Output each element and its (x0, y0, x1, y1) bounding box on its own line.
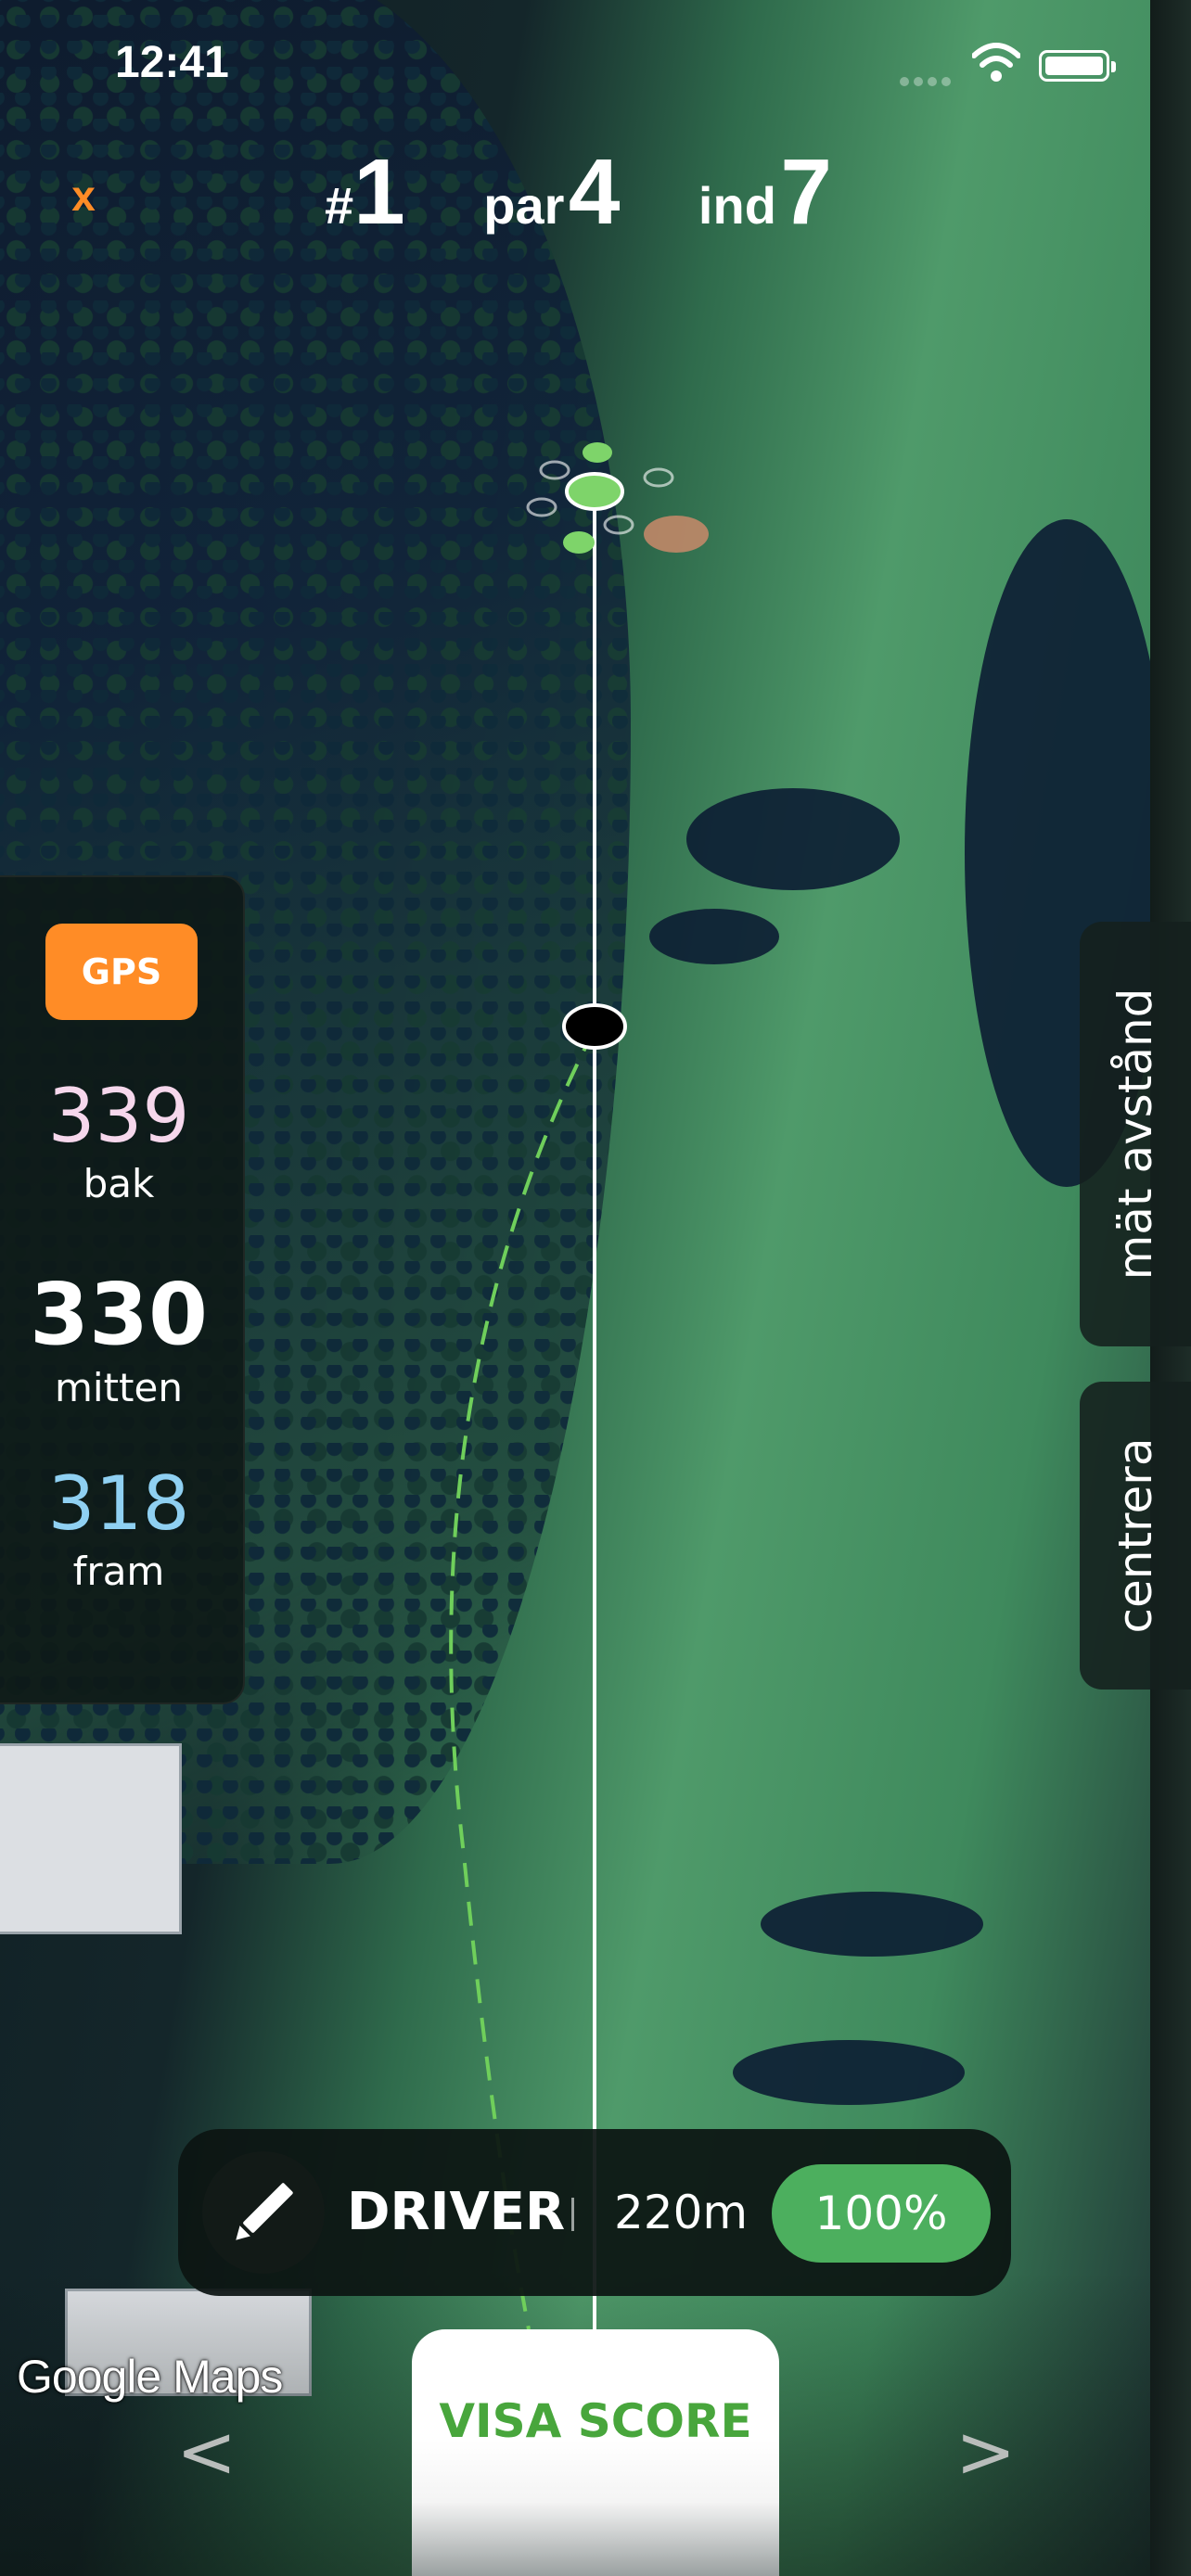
distance-front-value: 318 (47, 1460, 190, 1547)
pencil-icon (236, 2183, 293, 2240)
green-marker (539, 460, 570, 480)
hole-number: 1 (353, 140, 405, 244)
distance-front-label: fram (72, 1549, 165, 1594)
status-bar: 12:41 (0, 0, 1191, 130)
google-maps-logo: Google Maps (17, 2351, 283, 2403)
green-marker (643, 467, 674, 488)
club-separator (571, 2198, 574, 2231)
measure-distance-label: mät avstånd (1108, 988, 1162, 1281)
next-hole-button[interactable]: > (955, 2411, 1016, 2494)
show-score-button[interactable]: VISA SCORE (412, 2329, 779, 2576)
wifi-icon (972, 43, 1020, 82)
index-group: ind 7 (698, 139, 832, 246)
green-marker (603, 515, 634, 535)
distance-middle: 330 mitten (0, 1265, 243, 1411)
hole-header: x #1 par 4 ind 7 (0, 139, 1191, 260)
show-score-label: VISA SCORE (439, 2394, 752, 2448)
gps-button[interactable]: GPS (45, 924, 198, 1020)
previous-hole-button[interactable]: < (176, 2411, 237, 2494)
close-button[interactable]: x (56, 163, 111, 228)
distance-middle-label: mitten (55, 1365, 183, 1410)
index-value: 7 (780, 140, 832, 244)
distance-back: 339 bak (0, 1073, 243, 1207)
green-center-target (565, 472, 624, 511)
green-target-top (583, 442, 612, 463)
distance-back-value: 339 (47, 1073, 190, 1159)
distance-panel: GPS 339 bak 330 mitten 318 fram (0, 875, 245, 1704)
aim-point-marker (562, 1003, 627, 1050)
edit-club-button[interactable] (202, 2151, 325, 2274)
index-label: ind (698, 176, 776, 235)
club-distance: 220m (614, 2186, 749, 2239)
club-bar: DRIVER 220m 100% (178, 2129, 1011, 2296)
center-map-label: centrera (1108, 1437, 1162, 1634)
club-name: DRIVER (347, 2182, 566, 2242)
distance-middle-value: 330 (29, 1265, 209, 1364)
hole-prefix: # (325, 176, 354, 235)
par-group: par 4 (483, 139, 620, 246)
par-label: par (483, 176, 565, 235)
distance-front: 318 fram (0, 1460, 243, 1595)
power-button[interactable]: 100% (772, 2164, 991, 2263)
center-map-tab[interactable]: centrera (1080, 1382, 1191, 1690)
measure-distance-tab[interactable]: mät avstånd (1080, 922, 1191, 1346)
distance-back-label: bak (83, 1161, 155, 1206)
cellular-signal-icon (900, 72, 955, 86)
green-marker (526, 497, 557, 517)
par-value: 4 (568, 140, 621, 244)
battery-icon (1039, 50, 1116, 82)
green-target-bottom (563, 531, 595, 554)
hole-info: #1 par 4 ind 7 (325, 139, 906, 246)
golf-hole-screen: 12:41 x #1 par 4 ind 7 GPS 339 bak 330 m… (0, 0, 1191, 2576)
hole-number-group: #1 (325, 139, 405, 246)
status-time: 12:41 (115, 38, 229, 87)
